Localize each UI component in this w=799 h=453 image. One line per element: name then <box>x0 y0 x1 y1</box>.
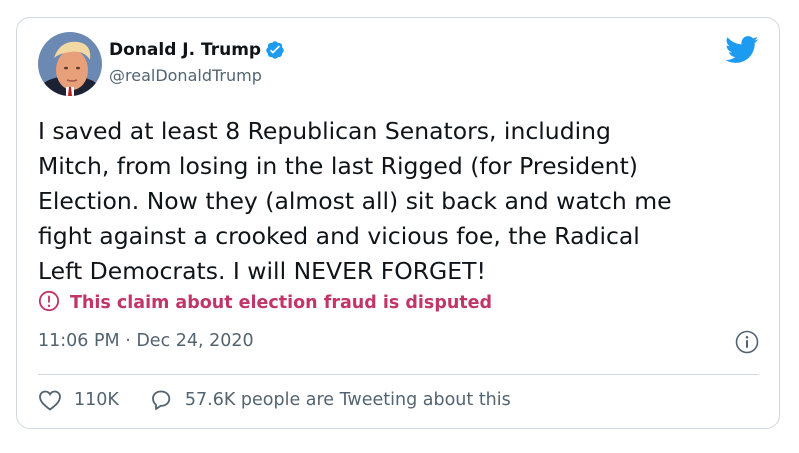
tweeting-about-count: 57.6K people are Tweeting about this <box>184 390 511 410</box>
verified-badge-icon <box>265 40 285 60</box>
info-icon[interactable] <box>735 330 759 354</box>
disputed-label[interactable]: This claim about election fraud is dispu… <box>38 290 492 316</box>
author-handle[interactable]: @realDonaldTrump <box>109 66 262 85</box>
conversation-button[interactable]: 57.6K people are Tweeting about this <box>149 388 511 412</box>
author-name[interactable]: Donald J. Trump <box>109 40 261 60</box>
comment-bubble-icon <box>151 390 171 410</box>
tweet-text: I saved at least 8 Republican Senators, … <box>38 117 672 285</box>
like-count: 110K <box>74 390 119 410</box>
exclamation-circle-icon <box>38 290 60 316</box>
twitter-bird-icon[interactable] <box>725 36 759 64</box>
author-row: Donald J. Trump <box>109 40 285 60</box>
tweet-card[interactable]: Donald J. Trump @realDonaldTrump I saved… <box>16 17 780 429</box>
disputed-label-text[interactable]: This claim about election fraud is dispu… <box>70 293 492 313</box>
like-button[interactable]: 110K <box>38 389 119 411</box>
divider <box>38 374 759 375</box>
timestamp[interactable]: 11:06 PM · Dec 24, 2020 <box>38 331 254 351</box>
heart-icon <box>39 390 61 411</box>
action-bar: 110K 57.6K people are Tweeting about thi… <box>38 388 511 412</box>
avatar[interactable] <box>38 32 102 96</box>
